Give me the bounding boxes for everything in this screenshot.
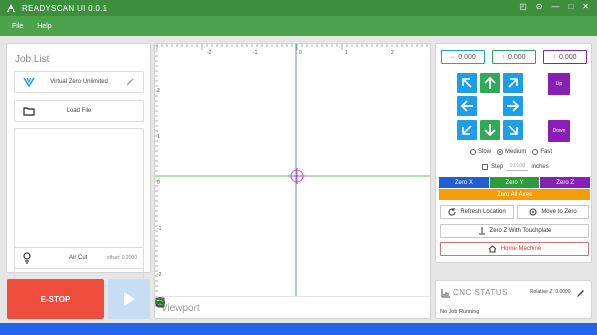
load-file-button[interactable]: Load File xyxy=(14,100,144,122)
origin-crosshair-icon xyxy=(289,168,305,184)
viewport-label: Viewport xyxy=(161,302,200,314)
menu-help[interactable]: Help xyxy=(35,23,53,30)
viewport-bar: Viewport xyxy=(155,296,430,318)
move-to-zero-button[interactable]: Move to Zero xyxy=(517,205,589,219)
relative-z-readout: Relative Z: 0.0000 xyxy=(530,289,571,295)
y-tick-label: -1 xyxy=(157,226,162,232)
arrow-down-left-icon xyxy=(462,125,472,135)
settings-icon[interactable]: ⊙ xyxy=(536,2,543,11)
home-machine-button[interactable]: Home Machine xyxy=(440,242,589,256)
jog-up-left-button[interactable] xyxy=(457,73,477,93)
speed-selector: Slow Medium Fast xyxy=(470,149,552,155)
jog-panel: ↔ 0.000 ↕ 0.000 ↕ 0.000 Up Down Slow Medium… xyxy=(435,43,592,263)
virtual-zero-label: Virtual Zero Unlimited xyxy=(50,79,108,85)
step-unit: inches xyxy=(531,164,549,170)
bottom-status-bar xyxy=(0,323,597,335)
refresh-icon xyxy=(448,208,456,216)
jog-down-right-button[interactable] xyxy=(503,120,523,140)
cnc-status-panel: CNC STATUS Relative Z: 0.0000 No Job Run… xyxy=(435,280,592,319)
x-tick-label: 2 xyxy=(391,50,394,56)
load-file-label: Load File xyxy=(66,108,92,114)
swap-icon: ↔ xyxy=(450,54,456,60)
title-bar: READYSCAN UI 0.0.1 ◰ ⊙ — □ ✕ xyxy=(0,0,597,16)
window-title: READYSCAN UI 0.0.1 xyxy=(22,3,108,13)
pin-icon[interactable]: ◰ xyxy=(519,2,527,11)
jog-down-button[interactable] xyxy=(480,120,500,140)
step-mode-row: Step 0.0100 inches xyxy=(482,163,549,171)
cnc-status-title: CNC STATUS xyxy=(453,288,508,297)
job-list-title: Job List xyxy=(15,54,50,65)
step-label: Step xyxy=(491,164,504,170)
target-icon xyxy=(529,208,537,216)
minimize-icon[interactable]: — xyxy=(551,2,559,11)
zero-x-button[interactable]: Zero X xyxy=(439,177,489,188)
x-tick-label: -1 xyxy=(253,50,258,56)
light-bulb-icon xyxy=(22,252,32,264)
estop-button[interactable]: E-STOP xyxy=(7,279,104,319)
zero-y-button[interactable]: Zero Y xyxy=(489,177,540,188)
zero-z-touchplate-button[interactable]: Zero Z With Touchplate xyxy=(440,224,589,238)
play-button[interactable] xyxy=(108,279,150,319)
step-box-xy[interactable]: ↔ 0.000 xyxy=(441,50,485,64)
air-cut-row[interactable]: Air Cut offset: 0.2000 xyxy=(14,247,144,269)
touchplate-icon xyxy=(478,227,485,235)
edit-pencil-icon[interactable] xyxy=(576,289,585,298)
play-icon xyxy=(124,292,135,306)
arrow-down-right-icon xyxy=(508,125,518,135)
y-tick-label: 0 xyxy=(157,180,160,186)
arrow-up-icon xyxy=(484,76,496,89)
visualizer-canvas[interactable]: -2 -1 0 1 2 2 1 0 -1 -2 xyxy=(155,44,430,296)
refresh-location-button[interactable]: Refresh Location xyxy=(440,205,514,219)
air-cut-label: Air Cut xyxy=(69,255,88,261)
virtual-zero-row[interactable]: Virtual Zero Unlimited xyxy=(14,71,144,93)
speed-medium-radio[interactable]: Medium xyxy=(497,149,526,155)
zero-all-axes-button[interactable]: Zero All Axes xyxy=(439,189,590,200)
jog-up-button[interactable] xyxy=(480,73,500,93)
job-status-text: No Job Running xyxy=(440,309,480,315)
x-tick-label: 1 xyxy=(345,50,348,56)
edit-pencil-icon[interactable] xyxy=(125,77,135,87)
arrow-right-icon xyxy=(507,100,520,112)
window-controls: ◰ ⊙ — □ ✕ xyxy=(519,2,589,11)
air-cut-offset: offset: 0.2000 xyxy=(106,255,137,261)
y-tick-label: 1 xyxy=(157,134,160,140)
arrow-down-icon xyxy=(484,124,496,137)
jog-up-right-button[interactable] xyxy=(503,73,523,93)
maximize-icon[interactable]: □ xyxy=(568,2,573,11)
jog-right-button[interactable] xyxy=(503,96,523,116)
jog-left-button[interactable] xyxy=(457,96,477,116)
y-tick-label: -2 xyxy=(157,272,162,278)
jog-z-up-button[interactable]: Up xyxy=(548,73,570,95)
job-panel: Job List Virtual Zero Unlimited Load Fil… xyxy=(6,43,151,286)
y-tick-label: 2 xyxy=(157,88,160,94)
jog-down-left-button[interactable] xyxy=(457,120,477,140)
swap-icon: ↕ xyxy=(553,54,556,60)
step-checkbox[interactable] xyxy=(482,164,488,170)
menu-bar: File Help xyxy=(0,16,597,36)
zero-axis-row: Zero X Zero Y Zero Z xyxy=(439,177,591,188)
x-tick-label: 0 xyxy=(299,50,302,56)
menu-file[interactable]: File xyxy=(10,23,25,30)
step-box-z[interactable]: ↕ 0.000 xyxy=(543,50,587,64)
visualizer-panel[interactable]: -2 -1 0 1 2 2 1 0 -1 -2 Viewport xyxy=(154,43,431,319)
swap-icon: ↕ xyxy=(502,54,505,60)
home-icon xyxy=(488,245,497,253)
step-box-y[interactable]: ↕ 0.000 xyxy=(492,50,536,64)
x-tick-label: -2 xyxy=(207,50,212,56)
speed-slow-radio[interactable]: Slow xyxy=(470,149,491,155)
arrow-up-left-icon xyxy=(462,78,472,88)
arrow-left-icon xyxy=(460,100,473,112)
speed-fast-radio[interactable]: Fast xyxy=(532,149,552,155)
step-input[interactable]: 0.0100 xyxy=(506,163,529,171)
status-chart-icon xyxy=(441,289,450,298)
close-icon[interactable]: ✕ xyxy=(582,2,589,11)
arrow-up-right-icon xyxy=(508,78,518,88)
zero-z-button[interactable]: Zero Z xyxy=(540,177,591,188)
app-logo-icon xyxy=(6,3,16,13)
jog-z-down-button[interactable]: Down xyxy=(548,120,570,142)
